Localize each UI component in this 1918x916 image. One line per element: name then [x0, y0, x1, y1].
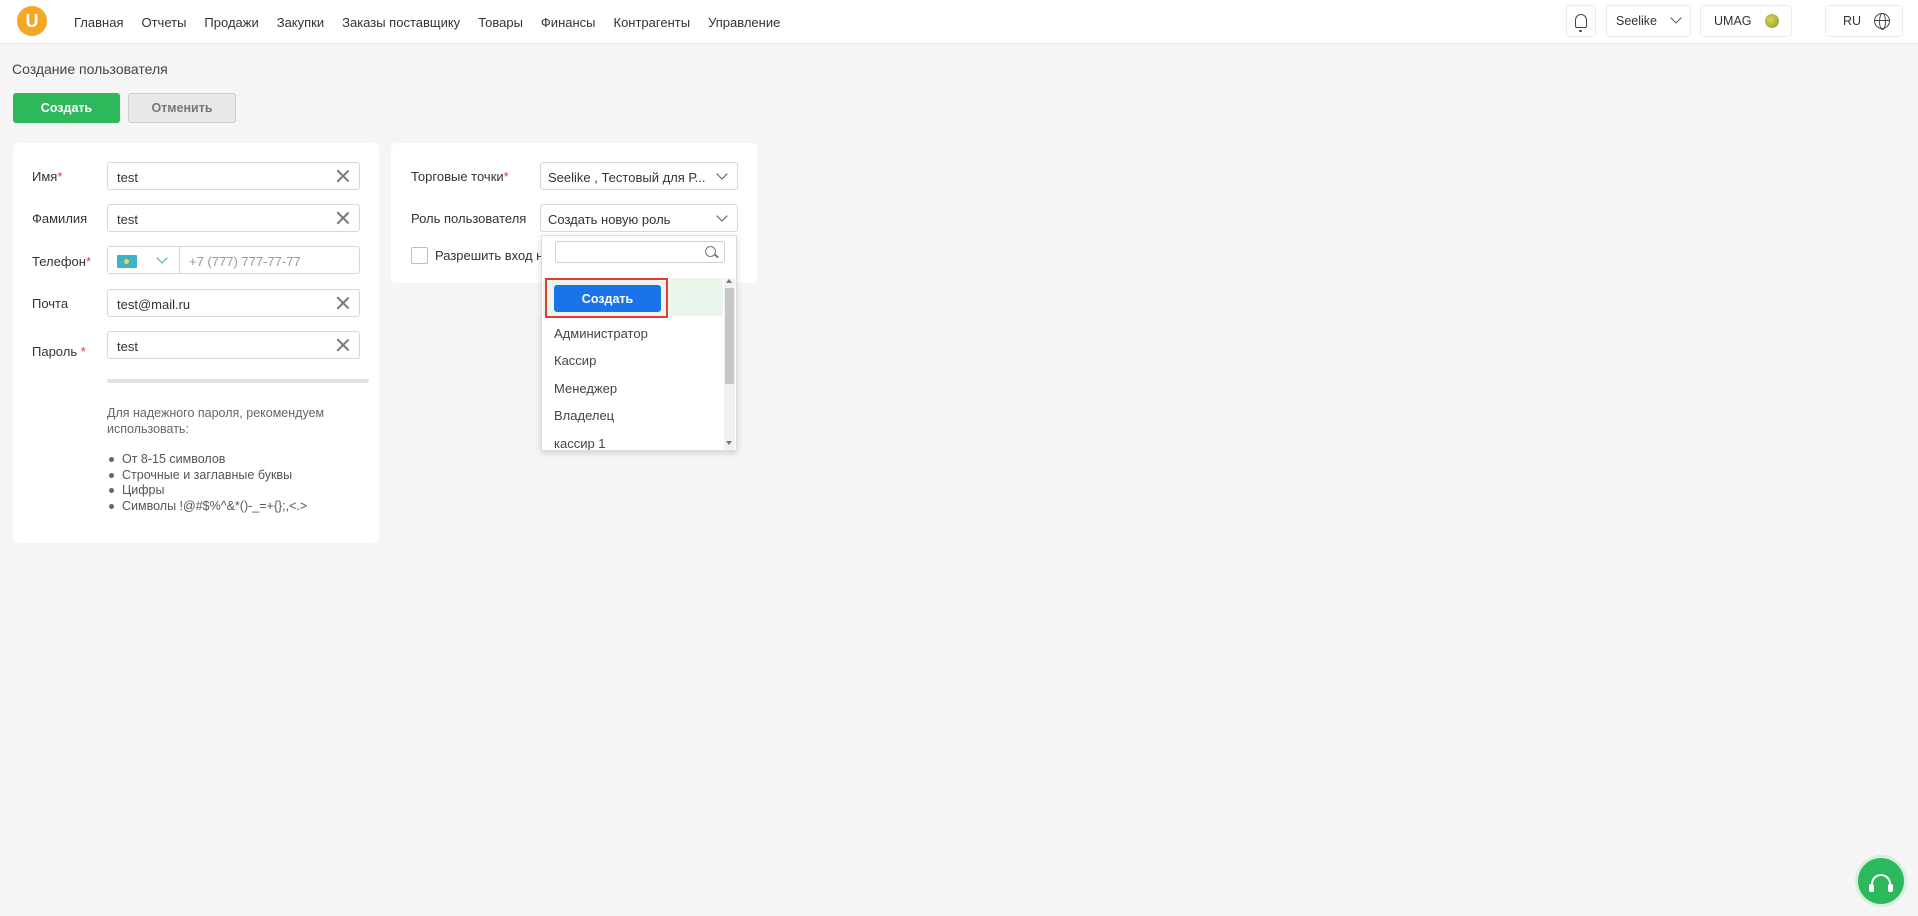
nav-item-counterparties[interactable]: Контрагенты: [614, 15, 691, 30]
role-option-cashier-1[interactable]: кассир 1: [554, 436, 606, 450]
kazakhstan-flag-icon[interactable]: [117, 255, 137, 268]
nav-item-products[interactable]: Товары: [478, 15, 523, 30]
role-search-input[interactable]: [555, 241, 725, 263]
role-select[interactable]: Создать новую роль: [540, 204, 738, 232]
create-user-button[interactable]: Создать: [13, 93, 120, 123]
store-name: Seelike: [1616, 14, 1657, 28]
main-nav: Главная Отчеты Продажи Закупки Заказы по…: [74, 0, 798, 44]
phone-placeholder: +7 (777) 777-77-77: [189, 254, 301, 269]
nav-item-management[interactable]: Управление: [708, 15, 780, 30]
notifications-button[interactable]: [1566, 5, 1596, 37]
store-selector[interactable]: Seelike: [1606, 5, 1691, 37]
first-name-field[interactable]: test: [107, 162, 360, 190]
role-option-owner[interactable]: Владелец: [554, 408, 614, 423]
role-label: Роль пользователя: [411, 211, 527, 226]
language-selector[interactable]: RU: [1825, 5, 1903, 37]
bell-icon: [1575, 14, 1587, 32]
divider: [179, 247, 180, 273]
password-label: Пароль *: [32, 344, 86, 359]
list-item: Строчные и заглавные буквы: [107, 468, 307, 484]
phone-label: Телефон*: [32, 254, 91, 269]
umag-logo[interactable]: U: [17, 6, 47, 36]
nav-item-sales[interactable]: Продажи: [204, 15, 258, 30]
email-field[interactable]: test@mail.ru: [107, 289, 360, 317]
password-value: test: [117, 339, 138, 354]
scroll-up-icon[interactable]: [726, 279, 732, 283]
language-code: RU: [1843, 14, 1862, 28]
allow-login-checkbox[interactable]: [411, 247, 428, 264]
scrollbar-thumb[interactable]: [725, 288, 734, 384]
chevron-down-icon: [716, 168, 728, 180]
role-option-manager[interactable]: Менеджер: [554, 381, 617, 396]
top-navigation-bar: U Главная Отчеты Продажи Закупки Заказы …: [0, 0, 1918, 44]
role-option-cashier[interactable]: Кассир: [554, 353, 596, 368]
nav-item-finance[interactable]: Финансы: [541, 15, 596, 30]
page-title: Создание пользователя: [12, 61, 168, 77]
phone-field[interactable]: +7 (777) 777-77-77: [107, 246, 360, 274]
nav-item-reports[interactable]: Отчеты: [141, 15, 186, 30]
role-value: Создать новую роль: [548, 212, 671, 227]
last-name-value: test: [117, 212, 138, 227]
list-item: Символы !@#$%^&*()-_=+{};,<.>: [107, 499, 307, 515]
highlight-box: [545, 278, 668, 318]
last-name-label: Фамилия: [32, 211, 88, 226]
allow-login-label: Разрешить вход н: [435, 248, 544, 263]
password-strength-bar: [107, 379, 369, 383]
account-name: UMAG: [1714, 14, 1752, 28]
scroll-down-icon[interactable]: [726, 441, 732, 445]
cancel-button[interactable]: Отменить: [128, 93, 236, 123]
chevron-down-icon: [1670, 12, 1682, 24]
password-field[interactable]: test: [107, 331, 360, 359]
chevron-down-icon: [716, 210, 728, 222]
password-hint: Для надежного пароля, рекомендуем исполь…: [107, 406, 325, 436]
stores-value: Seelike , Тестовый для Р...: [548, 170, 706, 185]
first-name-value: test: [117, 170, 138, 185]
role-option-administrator[interactable]: Администратор: [554, 326, 648, 341]
password-requirements: От 8-15 символов Строчные и заглавные бу…: [107, 452, 307, 514]
list-item: Цифры: [107, 483, 307, 499]
stores-select[interactable]: Seelike , Тестовый для Р...: [540, 162, 738, 190]
account-menu[interactable]: UMAG: [1700, 5, 1792, 37]
role-dropdown: Создать Администратор Кассир Менеджер Вл…: [541, 235, 737, 451]
search-icon: [705, 246, 716, 257]
stores-label: Торговые точки*: [411, 169, 509, 184]
headset-icon: [1869, 874, 1893, 892]
clear-icon[interactable]: [336, 338, 350, 352]
last-name-field[interactable]: test: [107, 204, 360, 232]
email-label: Почта: [32, 296, 69, 311]
list-item: От 8-15 символов: [107, 452, 307, 468]
nav-item-purchases[interactable]: Закупки: [277, 15, 324, 30]
clear-icon[interactable]: [336, 169, 350, 183]
chevron-down-icon[interactable]: [156, 252, 168, 264]
clear-icon[interactable]: [336, 211, 350, 225]
clear-icon[interactable]: [336, 296, 350, 310]
first-name-label: Имя*: [32, 169, 63, 184]
avatar: [1765, 14, 1779, 28]
nav-item-home[interactable]: Главная: [74, 15, 123, 30]
nav-item-supplier-orders[interactable]: Заказы поставщику: [342, 15, 460, 30]
globe-icon: [1874, 13, 1890, 30]
support-chat-button[interactable]: [1858, 858, 1904, 904]
email-value: test@mail.ru: [117, 297, 191, 312]
